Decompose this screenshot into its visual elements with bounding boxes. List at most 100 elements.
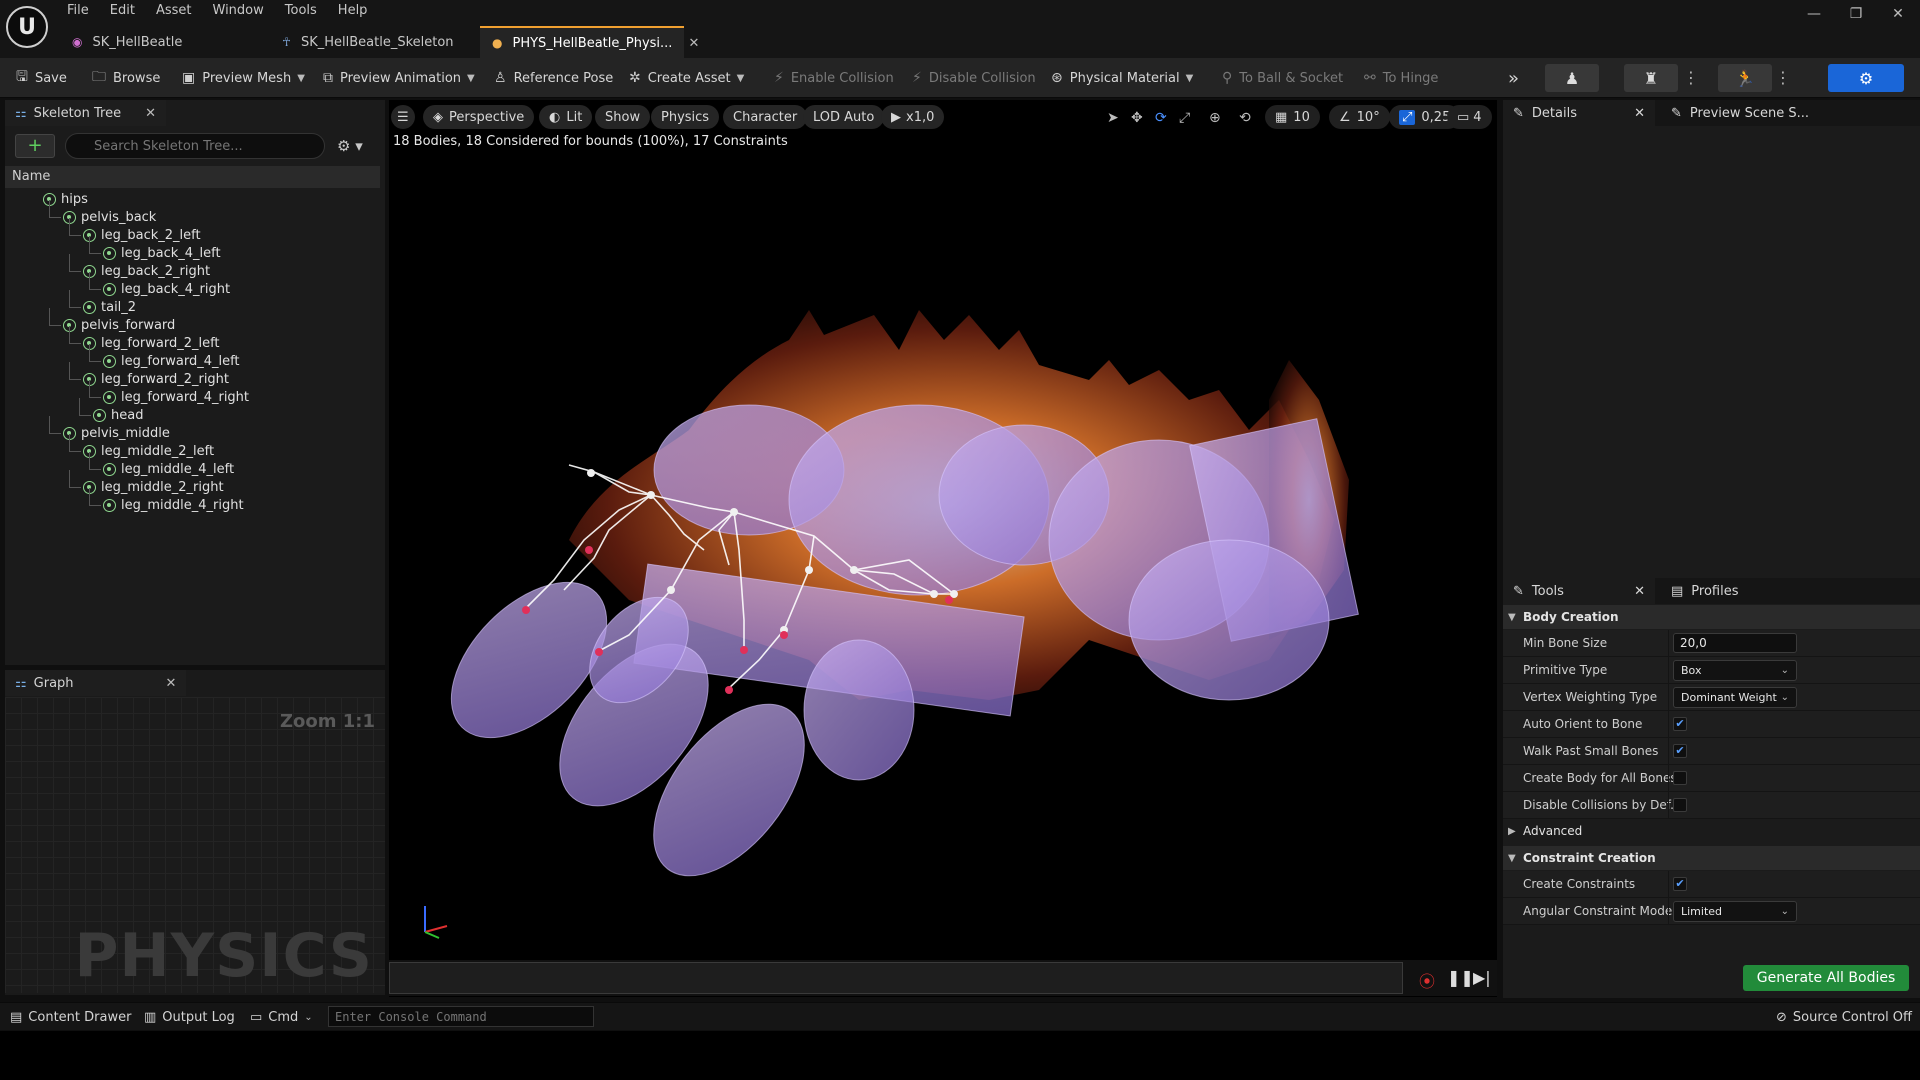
scale-icon[interactable]: ⤢ <box>1179 110 1190 126</box>
tree-column-header[interactable]: Name <box>5 166 380 188</box>
tree-row[interactable]: leg_middle_4_left <box>103 460 234 478</box>
physics-button[interactable]: Physics <box>651 105 720 129</box>
tab-skeleton[interactable]: ☥ SK_HellBeatle_Skeleton <box>270 26 480 58</box>
mesh-mode-icon[interactable]: ♜ <box>1624 64 1678 92</box>
disable-collision-button[interactable]: ⚡ Disable Collision <box>912 64 1036 92</box>
tree-row[interactable]: leg_forward_4_left <box>103 352 240 370</box>
more-options-icon[interactable]: ⋮ <box>1775 64 1791 92</box>
tree-row[interactable]: leg_forward_2_right <box>83 370 229 388</box>
close-icon[interactable]: ✕ <box>166 676 177 691</box>
close-icon[interactable]: ✕ <box>688 36 699 51</box>
tree-row[interactable]: head <box>93 406 143 424</box>
disable-collisions-checkbox[interactable] <box>1673 798 1687 812</box>
tab-preview-scene-settings[interactable]: ✎ Preview Scene S... <box>1661 100 1819 126</box>
tab-skeleton-tree[interactable]: ⚏ Skeleton Tree ✕ <box>5 100 166 126</box>
physical-material-button[interactable]: ⊛ Physical Material ▼ <box>1051 64 1193 92</box>
close-window-icon[interactable]: ✕ <box>1884 6 1912 28</box>
physics-mode-icon[interactable]: ⚙ <box>1828 64 1904 92</box>
preview-mesh-button[interactable]: ▣ Preview Mesh ▼ <box>182 64 305 92</box>
tab-profiles[interactable]: ▤ Profiles <box>1661 578 1749 604</box>
reference-pose-button[interactable]: ♙ Reference Pose <box>494 64 613 92</box>
browse-button[interactable]: 🗀 Browse <box>92 64 160 92</box>
menu-file[interactable]: File <box>62 0 99 22</box>
lit-button[interactable]: ◐ Lit <box>539 105 593 129</box>
source-control-button[interactable]: ⊘ Source Control Off <box>1776 1007 1912 1027</box>
joint-marker[interactable] <box>587 469 595 477</box>
tab-details[interactable]: ✎ Details ✕ <box>1503 100 1655 126</box>
restore-icon[interactable]: ❐ <box>1842 6 1870 28</box>
close-icon[interactable]: ✕ <box>1634 106 1645 121</box>
tree-row[interactable]: tail_2 <box>83 298 136 316</box>
tab-graph[interactable]: ⚏ Graph ✕ <box>5 670 187 696</box>
tree-row[interactable]: leg_back_2_left <box>83 226 201 244</box>
save-button[interactable]: 🖫 Save <box>16 64 67 92</box>
camera-speed-button[interactable]: ▭ 4 <box>1447 105 1492 129</box>
lod-button[interactable]: LOD Auto <box>803 105 885 129</box>
cmd-dropdown[interactable]: ▭ Cmd ⌄ <box>250 1007 313 1027</box>
tab-physics-asset[interactable]: ● PHYS_HellBeatle_Physi... ✕ <box>480 26 699 58</box>
joint-marker[interactable] <box>930 590 938 598</box>
animation-mode-icon[interactable]: 🏃 <box>1718 64 1772 92</box>
menu-asset[interactable]: Asset <box>151 0 202 22</box>
close-icon[interactable]: ✕ <box>145 106 156 121</box>
viewport-menu-icon[interactable]: ☰ <box>391 105 415 129</box>
tree-row[interactable]: leg_back_4_left <box>103 244 221 262</box>
tree-row[interactable]: pelvis_back <box>63 208 156 226</box>
angular-mode-dropdown[interactable]: Limited ⌄ <box>1673 901 1797 922</box>
skeleton-search-input[interactable] <box>65 133 325 159</box>
joint-marker[interactable] <box>730 508 738 516</box>
tree-row[interactable]: leg_middle_4_right <box>103 496 244 514</box>
timeline-scrubber[interactable] <box>389 962 1403 994</box>
graph-canvas[interactable]: Zoom 1:1 PHYSICS <box>5 697 385 993</box>
min-bone-size-input[interactable] <box>1673 633 1797 653</box>
constraint-creation-section[interactable]: ▼ Constraint Creation <box>1503 846 1920 870</box>
grid-snap-button[interactable]: ▦ 10 <box>1265 105 1320 129</box>
translate-icon[interactable]: ✥ <box>1131 110 1143 126</box>
menu-help[interactable]: Help <box>333 0 378 22</box>
joint-marker[interactable] <box>667 586 675 594</box>
more-options-icon[interactable]: ⋮ <box>1683 64 1699 92</box>
constraint-marker[interactable] <box>595 648 603 656</box>
step-forward-icon[interactable]: ▶| <box>1473 968 1491 987</box>
constraint-marker[interactable] <box>585 546 593 554</box>
show-button[interactable]: Show <box>595 105 651 129</box>
play-rate-button[interactable]: ▶ x1,0 <box>881 105 945 129</box>
world-local-icon[interactable]: ⊕ <box>1209 110 1221 126</box>
tree-row[interactable]: leg_forward_2_left <box>83 334 220 352</box>
walk-past-checkbox[interactable]: ✔ <box>1673 744 1687 758</box>
tree-row[interactable]: pelvis_forward <box>63 316 175 334</box>
joint-marker[interactable] <box>805 566 813 574</box>
output-log-button[interactable]: ▥ Output Log <box>144 1007 235 1027</box>
constraint-marker[interactable] <box>725 686 733 694</box>
pause-icon[interactable]: ❚❚ <box>1447 968 1474 987</box>
enable-collision-button[interactable]: ⚡ Enable Collision <box>774 64 894 92</box>
tree-row[interactable]: leg_middle_2_left <box>83 442 214 460</box>
record-icon[interactable]: ⦿ <box>1419 968 1435 992</box>
create-asset-button[interactable]: ✲ Create Asset ▼ <box>629 64 744 92</box>
constraint-marker[interactable] <box>780 631 788 639</box>
content-drawer-button[interactable]: ▤ Content Drawer <box>10 1007 131 1027</box>
tab-tools[interactable]: ✎ Tools ✕ <box>1503 578 1655 604</box>
to-ball-socket-button[interactable]: ⚲ To Ball & Socket <box>1222 64 1343 92</box>
surface-snap-icon[interactable]: ⟲ <box>1239 110 1251 126</box>
constraint-marker[interactable] <box>740 646 748 654</box>
menu-edit[interactable]: Edit <box>105 0 145 22</box>
create-constraints-checkbox[interactable]: ✔ <box>1673 877 1687 891</box>
close-icon[interactable]: ✕ <box>1634 584 1645 599</box>
unreal-logo[interactable]: U <box>6 6 48 48</box>
perspective-button[interactable]: ◈ Perspective <box>423 105 535 129</box>
physics-body[interactable] <box>803 639 915 781</box>
rotate-icon[interactable]: ⟳ <box>1155 110 1167 126</box>
rotation-snap-button[interactable]: ∠ 10° <box>1329 105 1390 129</box>
advanced-section[interactable]: ▶ Advanced <box>1503 819 1920 843</box>
body-creation-section[interactable]: ▼ Body Creation <box>1503 605 1920 629</box>
to-hinge-button[interactable]: ⚯ To Hinge <box>1364 64 1438 92</box>
tree-row[interactable]: pelvis_middle <box>63 424 170 442</box>
joint-marker[interactable] <box>647 491 655 499</box>
tab-sk-hellbeatle[interactable]: ◉ SK_HellBeatle <box>60 26 270 58</box>
tree-row[interactable]: leg_forward_4_right <box>103 388 249 406</box>
tree-row[interactable]: leg_back_2_right <box>83 262 210 280</box>
settings-gear-icon[interactable]: ⚙ ▾ <box>337 137 363 155</box>
menu-window[interactable]: Window <box>208 0 274 22</box>
menu-tools[interactable]: Tools <box>280 0 327 22</box>
